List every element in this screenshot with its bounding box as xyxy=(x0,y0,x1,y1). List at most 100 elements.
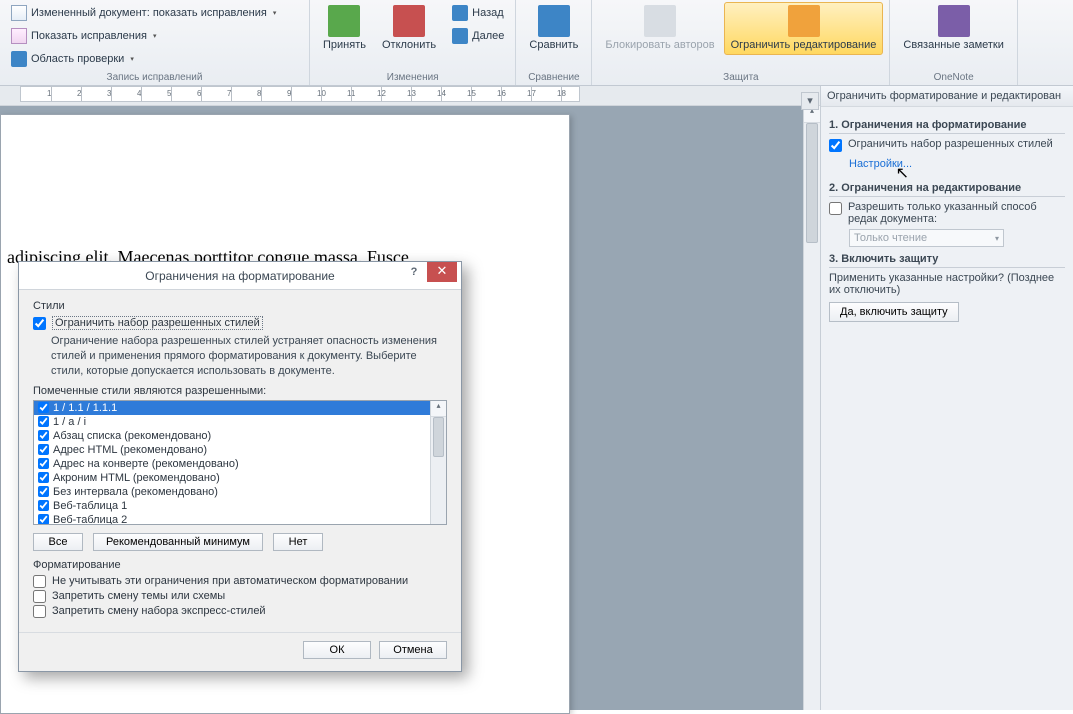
ignore-autoformat-checkbox[interactable]: Не учитывать эти ограничения при автомат… xyxy=(33,575,447,588)
block-quickstyles-label: Запретить смену набора экспресс-стилей xyxy=(52,605,266,617)
block-quickstyles-checkbox[interactable]: Запретить смену набора экспресс-стилей xyxy=(33,605,447,618)
limit-styles-input[interactable] xyxy=(33,317,46,330)
style-row-checkbox[interactable] xyxy=(38,430,49,441)
restrict-editing-pane: ▾ Ограничить форматирование и редактиров… xyxy=(820,86,1073,710)
style-row-label: 1 / 1.1 / 1.1.1 xyxy=(53,402,117,414)
block-authors-icon xyxy=(644,5,676,37)
list-label: Помеченные стили являются разрешенными: xyxy=(33,385,447,397)
all-button[interactable]: Все xyxy=(33,533,83,551)
dialog-titlebar[interactable]: Ограничения на форматирование ? ✕ xyxy=(19,262,461,290)
chevron-down-icon: ▾ xyxy=(130,55,134,63)
block-theme-input[interactable] xyxy=(33,590,46,603)
style-row-checkbox[interactable] xyxy=(38,416,49,427)
scroll-thumb[interactable] xyxy=(433,417,444,457)
style-row-checkbox[interactable] xyxy=(38,444,49,455)
restrict-editing-label: Разрешить только указанный способ редак … xyxy=(848,201,1065,225)
style-row[interactable]: 1 / 1.1 / 1.1.1 xyxy=(34,401,446,415)
ribbon: Измененный документ: показать исправлени… xyxy=(0,0,1073,86)
lock-icon xyxy=(788,5,820,37)
style-row[interactable]: Акроним HTML (рекомендовано) xyxy=(34,471,446,485)
styles-listbox[interactable]: 1 / 1.1 / 1.1.11 / a / iАбзац списка (ре… xyxy=(33,400,447,525)
style-row[interactable]: Веб-таблица 2 xyxy=(34,513,446,525)
style-row-checkbox[interactable] xyxy=(38,514,49,525)
reject-button[interactable]: Отклонить xyxy=(375,2,443,55)
group-title-onenote: OneNote xyxy=(896,71,1010,85)
pane-heading-3: 3. Включить защиту xyxy=(829,253,1065,268)
style-row[interactable]: Веб-таблица 1 xyxy=(34,499,446,513)
block-theme-label: Запретить смену темы или схемы xyxy=(52,590,225,602)
style-row-checkbox[interactable] xyxy=(38,402,49,413)
pane-heading-2: 2. Ограничения на редактирование xyxy=(829,182,1065,197)
styles-section-label: Стили xyxy=(33,300,447,312)
back-button[interactable]: Назад xyxy=(447,2,509,24)
review-pane-dropdown[interactable]: Область проверки ▾ xyxy=(6,48,303,70)
changed-document-dropdown[interactable]: Измененный документ: показать исправлени… xyxy=(6,2,303,24)
style-row-checkbox[interactable] xyxy=(38,500,49,511)
ignore-autoformat-input[interactable] xyxy=(33,575,46,588)
cancel-button[interactable]: Отмена xyxy=(379,641,447,659)
ribbon-group-protect: Блокировать авторов Ограничить редактиро… xyxy=(592,0,890,85)
restrict-styles-checkbox[interactable]: Ограничить набор разрешенных стилей xyxy=(829,138,1065,152)
arrow-right-icon xyxy=(452,28,468,44)
style-row-label: Акроним HTML (рекомендовано) xyxy=(53,472,220,484)
pane-note: Применить указанные настройки? (Позднее … xyxy=(829,272,1065,296)
scroll-thumb[interactable] xyxy=(806,123,818,243)
onenote-icon xyxy=(938,5,970,37)
document-icon xyxy=(11,5,27,21)
linked-notes-button[interactable]: Связанные заметки xyxy=(896,2,1010,55)
style-row-checkbox[interactable] xyxy=(38,486,49,497)
group-title-tracking: Запись исправлений xyxy=(6,71,303,85)
chevron-down-icon: ▾ xyxy=(153,32,157,40)
restrict-editing-button[interactable]: Ограничить редактирование xyxy=(724,2,884,55)
enable-protection-button[interactable]: Да, включить защиту xyxy=(829,302,959,322)
sheet-icon xyxy=(11,28,27,44)
style-row[interactable]: Без интервала (рекомендовано) xyxy=(34,485,446,499)
vertical-scrollbar[interactable]: ▴ xyxy=(803,106,820,710)
ribbon-group-compare: Сравнить Сравнение xyxy=(516,0,592,85)
block-authors-button[interactable]: Блокировать авторов xyxy=(598,2,721,55)
accept-button[interactable]: Принять xyxy=(316,2,373,55)
style-row-checkbox[interactable] xyxy=(38,458,49,469)
forward-button[interactable]: Далее xyxy=(447,25,509,47)
arrow-left-icon xyxy=(452,5,468,21)
restrict-editing-checkbox[interactable]: Разрешить только указанный способ редак … xyxy=(829,201,1065,225)
pane-options-button[interactable]: ▾ xyxy=(801,92,819,110)
dialog-close-button[interactable]: ✕ xyxy=(427,262,457,282)
formatting-restrictions-dialog: Ограничения на форматирование ? ✕ Стили … xyxy=(18,261,462,672)
style-row[interactable]: Адрес HTML (рекомендовано) xyxy=(34,443,446,457)
ok-button[interactable]: ОК xyxy=(303,641,371,659)
scroll-up-icon[interactable]: ▴ xyxy=(431,401,446,417)
horizontal-ruler[interactable]: 123456789101112131415161718 xyxy=(20,86,580,102)
block-theme-checkbox[interactable]: Запретить смену темы или схемы xyxy=(33,590,447,603)
limit-styles-label: Ограничить набор разрешенных стилей xyxy=(52,316,263,330)
none-button[interactable]: Нет xyxy=(273,533,323,551)
review-pane-label: Область проверки xyxy=(31,53,124,65)
listbox-scrollbar[interactable]: ▴ xyxy=(430,401,446,524)
ribbon-group-tracking: Измененный документ: показать исправлени… xyxy=(0,0,310,85)
recommended-minimum-button[interactable]: Рекомендованный минимум xyxy=(93,533,263,551)
group-title-changes: Изменения xyxy=(316,71,509,85)
style-row[interactable]: 1 / a / i xyxy=(34,415,446,429)
show-changes-label: Показать исправления xyxy=(31,30,147,42)
document-text: adipiscing elit. Maecenas porttitor cong… xyxy=(1,135,569,268)
restrict-styles-input[interactable] xyxy=(829,139,842,152)
pane-icon xyxy=(11,51,27,67)
editing-mode-value: Только чтение xyxy=(854,232,927,244)
style-row[interactable]: Адрес на конверте (рекомендовано) xyxy=(34,457,446,471)
show-changes-dropdown[interactable]: Показать исправления ▾ xyxy=(6,25,303,47)
style-row-label: Без интервала (рекомендовано) xyxy=(53,486,218,498)
settings-link[interactable]: Настройки... xyxy=(849,158,912,170)
style-row[interactable]: Абзац списка (рекомендовано) xyxy=(34,429,446,443)
formatting-section-label: Форматирование xyxy=(33,559,447,571)
limit-styles-checkbox[interactable]: Ограничить набор разрешенных стилей xyxy=(33,316,447,330)
dialog-help-button[interactable]: ? xyxy=(403,266,425,284)
restrict-editing-input[interactable] xyxy=(829,202,842,215)
style-row-label: Адрес на конверте (рекомендовано) xyxy=(53,458,239,470)
ribbon-group-onenote: Связанные заметки OneNote xyxy=(890,0,1017,85)
block-quickstyles-input[interactable] xyxy=(33,605,46,618)
style-row-checkbox[interactable] xyxy=(38,472,49,483)
group-title-protect: Защита xyxy=(598,71,883,85)
dialog-title: Ограничения на форматирование xyxy=(145,269,334,283)
compare-button[interactable]: Сравнить xyxy=(522,2,585,55)
editing-mode-select[interactable]: Только чтение ▾ xyxy=(849,229,1004,247)
